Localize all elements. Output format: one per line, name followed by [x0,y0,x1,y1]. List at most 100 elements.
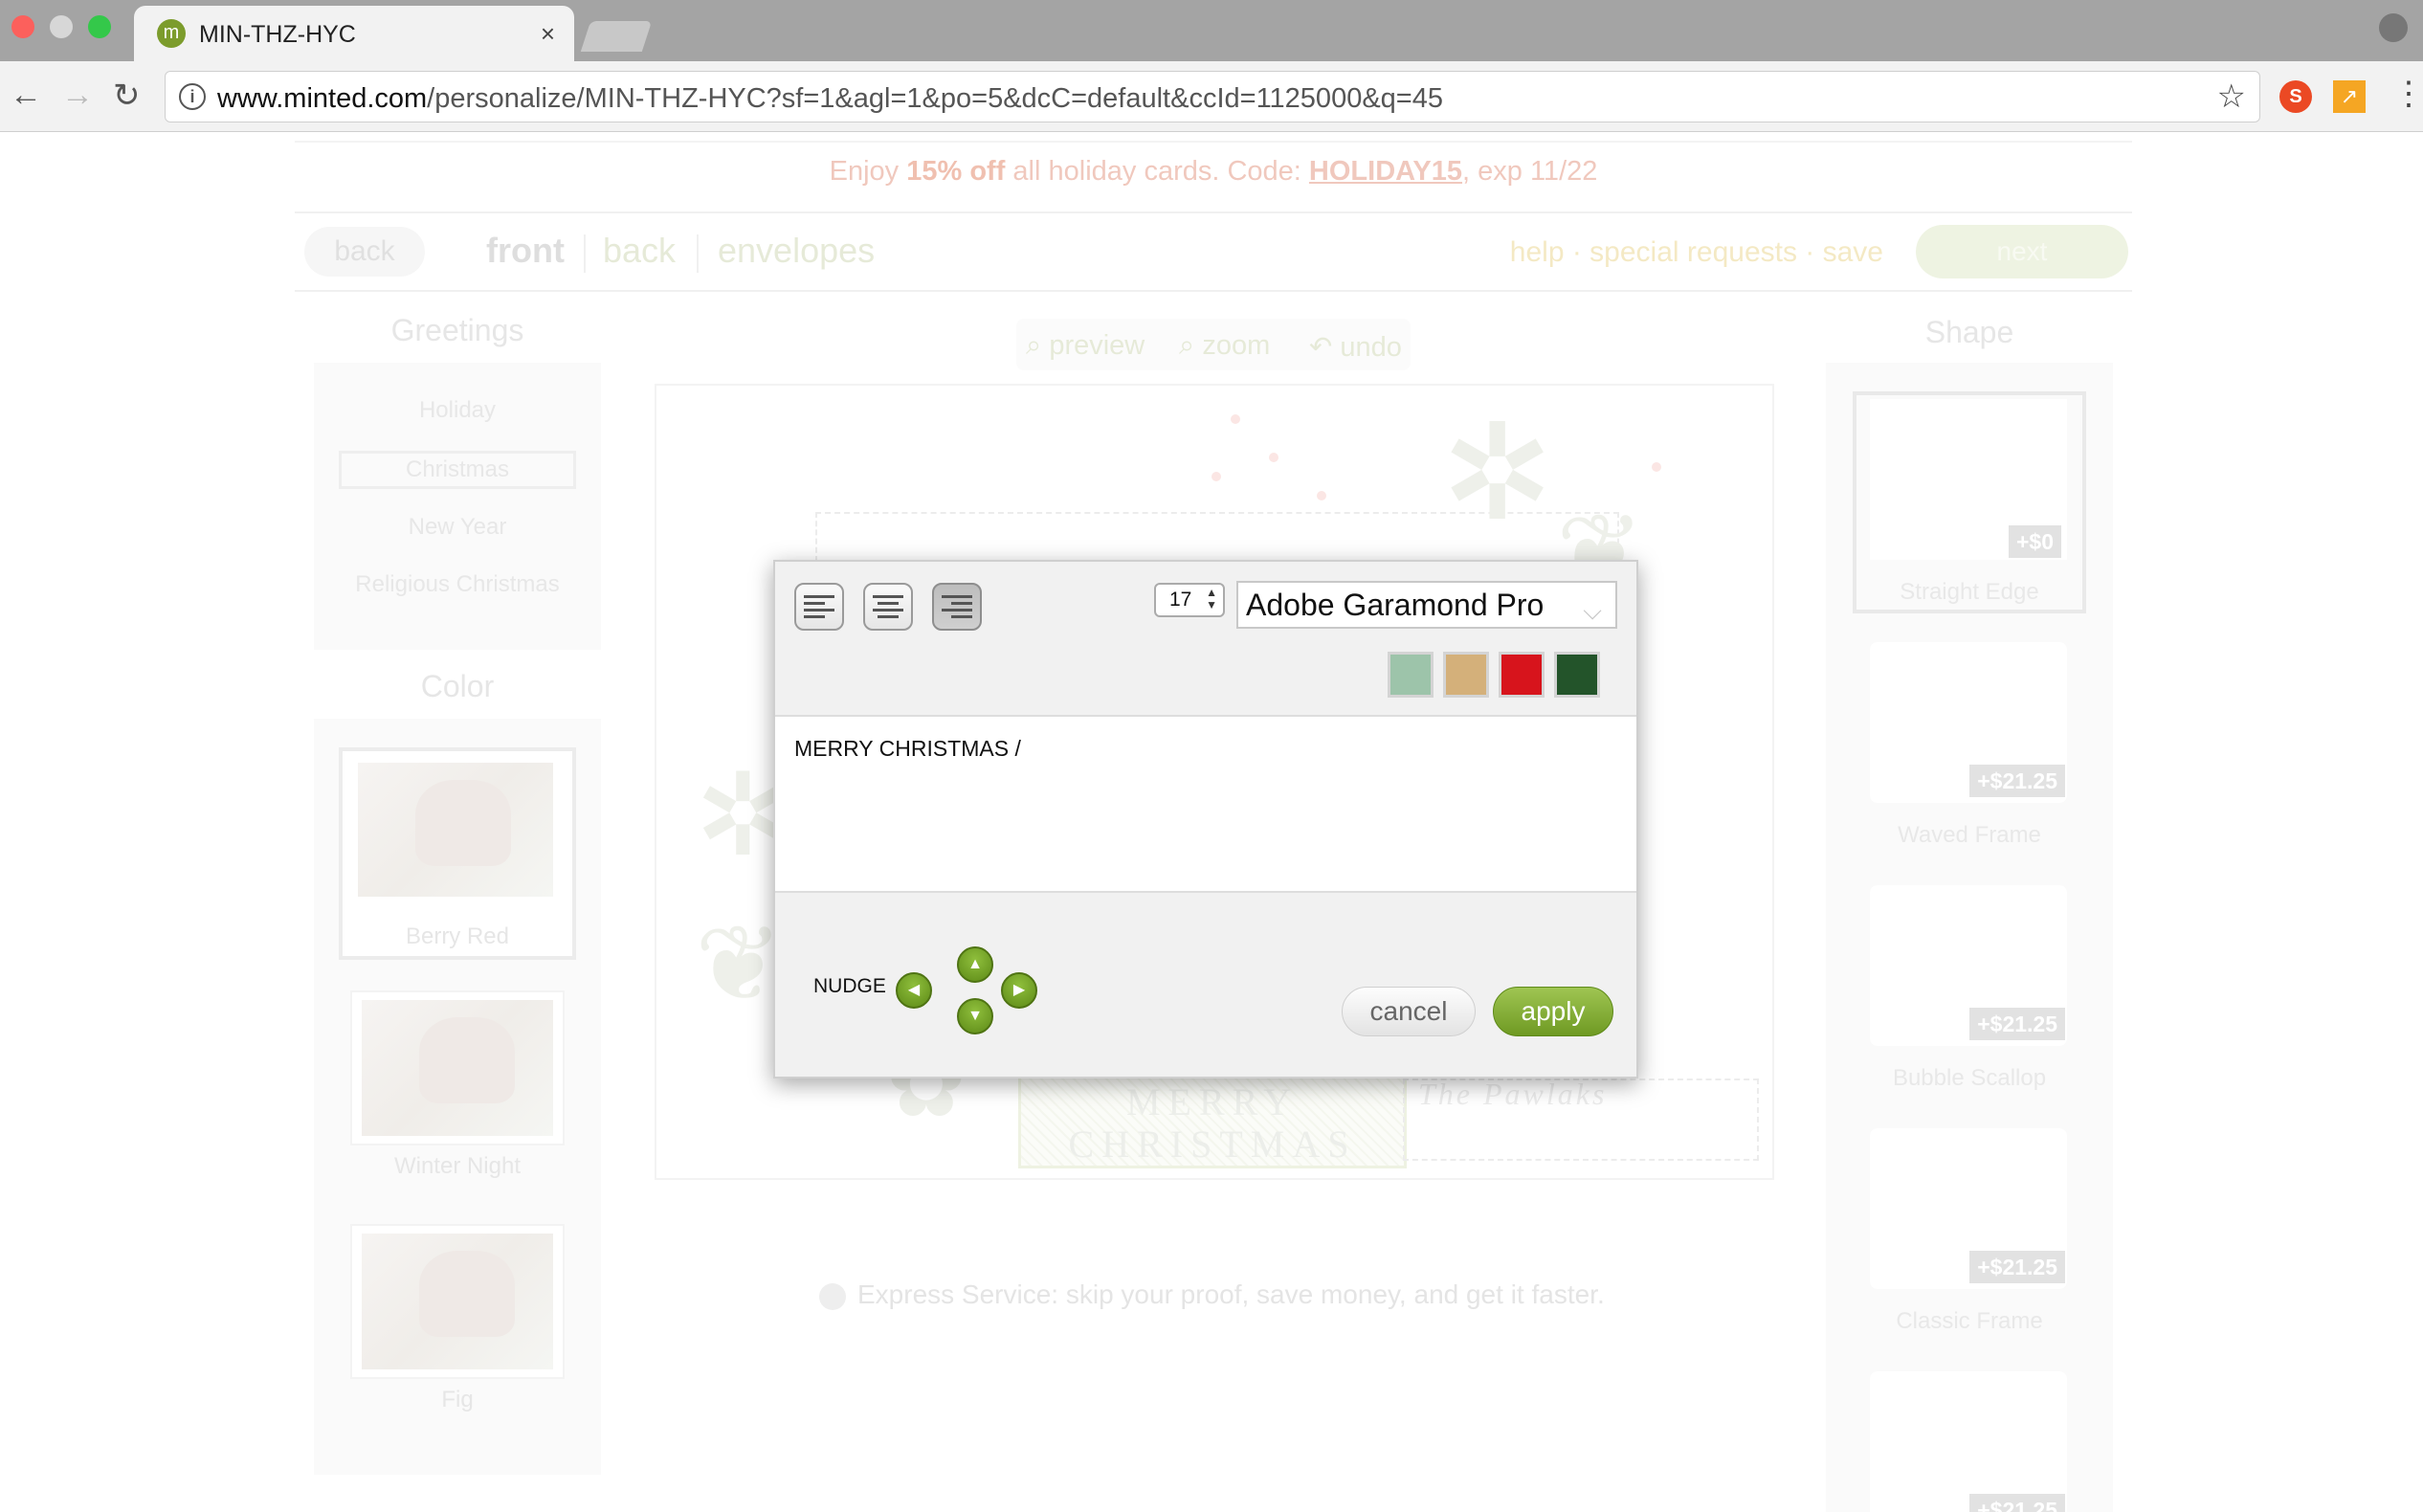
back-button[interactable]: back [304,227,425,277]
align-right-button[interactable] [932,583,982,631]
url-text[interactable]: www.minted.com/personalize/MIN-THZ-HYC?s… [217,83,1443,115]
minted-favicon-icon: m [157,19,186,48]
promo-code-link[interactable]: HOLIDAY15 [1309,156,1462,187]
berry-dot [1269,453,1278,462]
text-edit-dialog: 17 ▲ ▼ Adobe Garamond Pro ⌵ MERRY CHRISTMAS… [773,560,1638,1078]
greeting-item-christmas[interactable]: Christmas [339,451,576,489]
site-info-icon[interactable]: i [179,83,206,110]
nav-divider [584,234,586,273]
shape-label: Straight Edge [1900,579,2039,605]
url-host: www.minted.com [217,83,428,114]
color-option-fig[interactable]: Fig [350,1224,565,1412]
greeting-text-area[interactable]: MERRY CHRISTMAS / [775,717,1636,893]
line [804,615,826,618]
magnifier-icon: ⌕ [1026,330,1050,361]
preview-button[interactable]: ⌕ preview [1026,330,1145,362]
step-nav: back front back envelopes help · special… [295,215,2132,292]
shape-panel: +$0 Straight Edge +$21.25 Waved Frame +$… [1826,363,2113,1512]
greeting-line-2: CHRISTMAS [1068,1123,1357,1166]
color-option-berry-red[interactable]: Berry Red [339,747,576,960]
shape-option-more[interactable]: +$21.25 [1853,1364,2086,1512]
shape-label: Waved Frame [1898,822,2041,848]
greetings-panel: Holiday Christmas New Year Religious Chr… [314,363,601,650]
undo-button[interactable]: ↶ undo [1309,330,1402,364]
browser-tab[interactable]: m MIN-THZ-HYC × [134,6,574,61]
nudge-up-icon[interactable]: ▲ [957,946,993,983]
help-links[interactable]: help · special requests · save [1510,236,1883,269]
greeting-item-new-year[interactable]: New Year [314,514,601,541]
color-swatch-green[interactable] [1554,652,1600,698]
color-swatch-red[interactable] [1499,652,1545,698]
line [873,609,903,611]
line [873,595,903,598]
font-size-stepper[interactable]: 17 ▲ ▼ [1154,583,1225,617]
line [804,595,834,598]
profile-avatar-icon[interactable] [2379,13,2408,42]
color-swatch-gold[interactable] [1443,652,1489,698]
zoom-button[interactable]: ⌕ zoom [1179,330,1270,362]
browser-toolbar: ← → ↻ i www.minted.com/personalize/MIN-T… [0,61,2423,132]
window-maximize-button[interactable] [88,15,111,38]
berry-dot [1652,462,1661,472]
line [950,615,972,618]
forward-arrow-icon[interactable]: → [61,77,94,114]
bookmark-star-icon[interactable]: ☆ [2217,78,2246,116]
shape-label: Bubble Scallop [1892,1065,2047,1091]
tab-back[interactable]: back [603,231,676,271]
promo-expiry: , exp 11/22 [1462,156,1598,187]
greeting-item-holiday[interactable]: Holiday [314,397,601,424]
photo-placeholder [415,780,511,866]
font-family-select[interactable]: Adobe Garamond Pro ⌵ [1236,581,1617,629]
shape-option-bubble-scallop[interactable]: +$21.25 Bubble Scallop [1853,878,2086,1100]
color-label: Winter Night [393,1153,522,1179]
price-badge: +$21.25 [1969,1251,2065,1283]
promo-banner: Enjoy 15% off all holiday cards. Code: H… [295,141,2132,213]
align-center-button[interactable] [863,583,913,631]
window-close-button[interactable] [11,15,34,38]
promo-text-middle: all holiday cards. Code: [1005,156,1309,187]
color-label: Berry Red [405,923,510,949]
express-service-link[interactable]: Express Service: skip your proof, save m… [819,1279,1605,1310]
browser-tab-bar: m MIN-THZ-HYC × [0,0,2423,61]
new-tab-button[interactable] [580,21,653,52]
nudge-left-icon[interactable]: ◀ [896,972,932,1009]
line [804,602,826,605]
nudge-right-icon[interactable]: ▶ [1001,972,1037,1009]
tab-front[interactable]: front [486,231,565,271]
next-button[interactable]: next [1916,225,2128,278]
apply-button[interactable]: apply [1493,987,1613,1036]
line [942,609,972,611]
reload-icon[interactable]: ↻ [113,77,141,115]
express-clock-icon [819,1282,846,1310]
back-arrow-icon[interactable]: ← [10,77,42,114]
shape-preview [1870,1371,2067,1512]
greeting-line-1: MERRY [1125,1080,1300,1123]
window-minimize-button[interactable] [50,15,73,38]
berry-dot [1231,414,1240,424]
color-option-winter-night[interactable]: Winter Night [350,990,565,1179]
browser-menu-icon[interactable]: ⋮ [2392,75,2423,113]
address-bar[interactable]: i www.minted.com/personalize/MIN-THZ-HYC… [165,71,2260,122]
stepper-arrows-icon[interactable]: ▲ ▼ [1206,587,1217,611]
photo-placeholder [419,1251,515,1337]
chart-extension-icon[interactable]: ↗ [2333,80,2366,113]
shape-option-classic-frame[interactable]: +$21.25 Classic Frame [1853,1121,2086,1343]
cancel-button[interactable]: cancel [1342,987,1476,1036]
color-swatch-sage[interactable] [1388,652,1434,698]
tab-close-icon[interactable]: × [541,19,555,49]
zoom-label: zoom [1202,330,1271,361]
align-left-button[interactable] [794,583,844,631]
shape-option-waved-frame[interactable]: +$21.25 Waved Frame [1853,634,2086,856]
undo-icon: ↶ [1309,332,1341,363]
color-panel: Berry Red Winter Night Fig [314,719,601,1475]
stumbleupon-extension-icon[interactable]: S [2279,80,2312,113]
line [950,602,972,605]
greeting-text-block[interactable]: MERRY CHRISTMAS [1018,1075,1407,1168]
greeting-item-religious-christmas[interactable]: Religious Christmas [314,571,601,598]
signature-text: The Pawlaks [1418,1077,1608,1111]
shape-option-straight-edge[interactable]: +$0 Straight Edge [1853,391,2086,613]
nudge-down-icon[interactable]: ▼ [957,998,993,1034]
text-format-toolbar: 17 ▲ ▼ Adobe Garamond Pro ⌵ [775,562,1636,717]
tab-envelopes[interactable]: envelopes [718,231,875,271]
promo-discount: 15% off [906,156,1006,187]
